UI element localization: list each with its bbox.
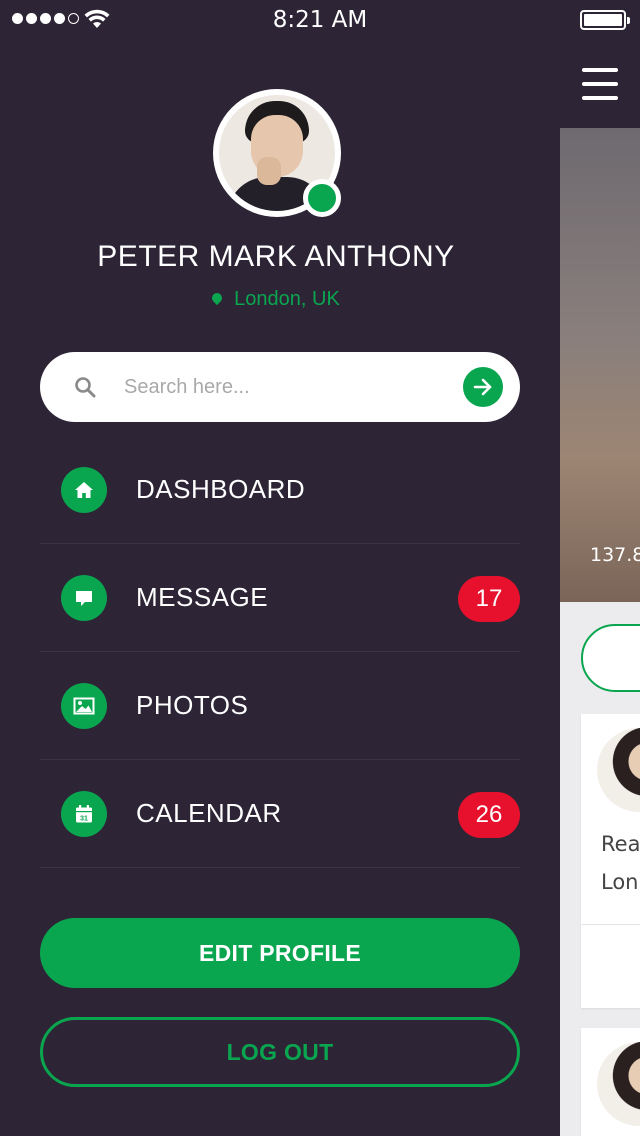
menu-item-label: DASHBOARD [136, 474, 306, 504]
avatar [597, 728, 640, 812]
battery-icon [580, 10, 630, 30]
image-icon [73, 697, 95, 715]
divider [581, 924, 640, 925]
card-text-line: Lon [601, 870, 639, 894]
search-bar [40, 352, 520, 422]
avatar [597, 1042, 640, 1126]
drawer-menu: DASHBOARD MESSAGE 17 PHOTOS 31 CALENDAR … [40, 436, 520, 868]
location-text: London, UK [234, 288, 340, 310]
navigation-drawer: PETER MARK ANTHONY London, UK DASHBOARD [0, 40, 560, 1136]
search-input[interactable] [124, 366, 424, 408]
search-icon [75, 377, 96, 398]
calendar-icon: 31 [76, 805, 92, 823]
calendar-day-number: 31 [80, 815, 88, 822]
online-status-indicator [303, 179, 341, 217]
feed-card[interactable]: Rea Lon [581, 714, 640, 1008]
arrow-right-icon [473, 378, 492, 396]
profile-location: London, UK [0, 288, 552, 311]
location-pin-icon [210, 290, 225, 306]
cover-stat: 137.8 [590, 544, 640, 566]
menu-item-label: PHOTOS [136, 690, 249, 720]
home-icon [75, 482, 93, 498]
cover-image [560, 128, 640, 602]
message-icon [76, 591, 92, 606]
feed-card[interactable] [581, 1028, 640, 1136]
status-time: 8:21 AM [272, 7, 368, 33]
main-screen-peek[interactable]: 137.8 Rea Lon [560, 40, 640, 1136]
menu-item-photos[interactable]: PHOTOS [40, 652, 520, 760]
card-text-line: Rea [601, 832, 640, 856]
menu-item-dashboard[interactable]: DASHBOARD [40, 436, 520, 544]
status-bar: 8:21 AM [0, 0, 640, 40]
edit-profile-button[interactable]: EDIT PROFILE [40, 918, 520, 988]
calendar-count-badge: 26 [458, 792, 520, 838]
follow-button[interactable] [581, 624, 640, 692]
search-submit-button[interactable] [463, 367, 503, 407]
log-out-button[interactable]: LOG OUT [40, 1017, 520, 1087]
menu-item-label: MESSAGE [136, 582, 269, 612]
menu-item-calendar[interactable]: 31 CALENDAR 26 [40, 760, 520, 868]
main-header [560, 40, 640, 128]
menu-item-label: CALENDAR [136, 798, 282, 828]
hamburger-menu-icon[interactable] [582, 68, 618, 100]
message-count-badge: 17 [458, 576, 520, 622]
profile-name: PETER MARK ANTHONY [97, 240, 455, 273]
menu-item-message[interactable]: MESSAGE 17 [40, 544, 520, 652]
